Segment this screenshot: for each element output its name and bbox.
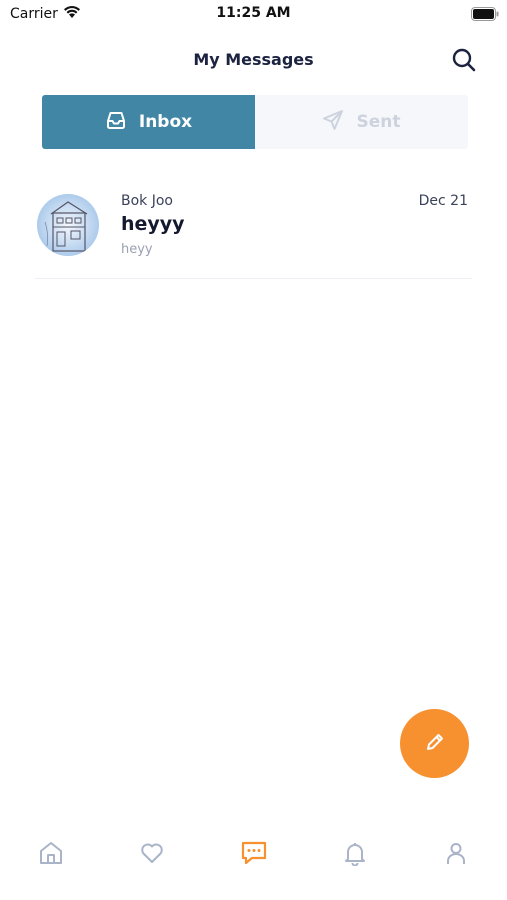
compose-button[interactable] [400, 709, 469, 778]
tab-sent-label: Sent [356, 112, 401, 132]
message-subject: heyyy [121, 213, 185, 235]
nav-messages[interactable] [237, 838, 271, 872]
send-icon [322, 109, 344, 136]
nav-notifications[interactable] [338, 838, 372, 872]
battery-icon [471, 6, 499, 21]
bottom-nav [0, 830, 507, 880]
search-icon[interactable] [451, 47, 477, 73]
home-icon [38, 840, 64, 870]
status-bar: Carrier 11:25 AM [0, 0, 507, 28]
message-date: Dec 21 [418, 193, 468, 209]
clock: 11:25 AM [216, 5, 291, 21]
pencil-icon [424, 731, 446, 757]
nav-profile[interactable] [439, 838, 473, 872]
message-sender: Bok Joo [121, 193, 173, 209]
message-list-item[interactable]: Bok Joo Dec 21 heyyy heyy [35, 180, 472, 279]
inbox-icon [105, 109, 127, 136]
message-tabs: Inbox Sent [42, 95, 468, 149]
chat-icon [240, 840, 268, 870]
bell-icon [342, 840, 368, 870]
nav-favorites[interactable] [135, 838, 169, 872]
header: My Messages [0, 40, 507, 80]
profile-icon [443, 840, 469, 870]
message-preview: heyy [121, 242, 153, 257]
tab-sent[interactable]: Sent [255, 95, 468, 149]
tab-inbox-label: Inbox [138, 112, 193, 132]
heart-icon [139, 840, 165, 870]
tab-inbox[interactable]: Inbox [42, 95, 255, 149]
page-title: My Messages [193, 50, 314, 69]
avatar [37, 194, 99, 256]
nav-home[interactable] [34, 838, 68, 872]
